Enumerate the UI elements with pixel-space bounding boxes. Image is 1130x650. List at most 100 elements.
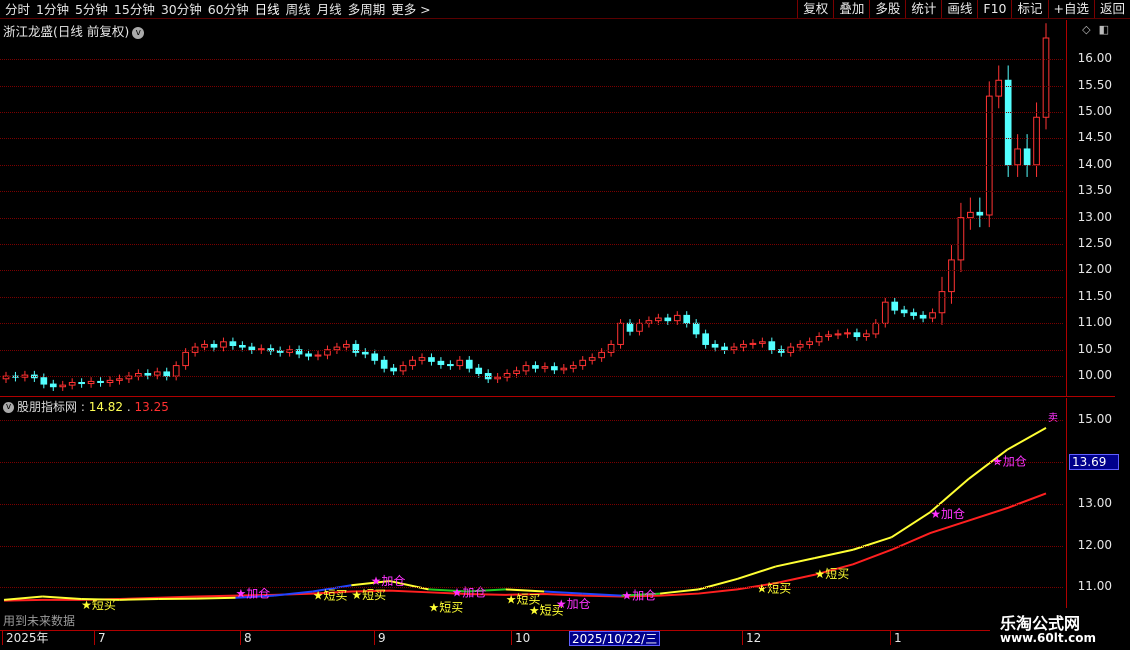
candle-up <box>220 341 227 348</box>
price-grid-line <box>0 270 1063 272</box>
candle-up <box>1042 37 1050 118</box>
toolbar-button-7[interactable]: +自选 <box>1047 0 1094 18</box>
period-tab-0[interactable]: 分时 <box>2 1 33 18</box>
indicator-tick-label: 12.00 <box>1077 537 1112 552</box>
cursor-value-label: 13.69 <box>1069 454 1119 470</box>
period-tab-4[interactable]: 30分钟 <box>158 1 205 18</box>
toolbar-button-3[interactable]: 统计 <box>905 0 941 18</box>
period-tab-10[interactable]: 更多 > <box>388 1 433 18</box>
candle-down <box>532 365 539 369</box>
period-tab-6[interactable]: 日线 <box>252 1 283 18</box>
candle-down <box>1023 148 1031 166</box>
candle-down <box>626 322 634 332</box>
candle-down <box>239 345 246 348</box>
candle-down <box>711 343 719 348</box>
signal-add-position: ★加仓 <box>556 597 591 611</box>
candle-down <box>475 367 483 375</box>
indicator-grid-line <box>0 545 1063 547</box>
side-strip <box>1116 20 1130 397</box>
candle-down <box>465 359 473 369</box>
candle-up <box>314 354 322 357</box>
price-grid-line <box>0 191 1063 193</box>
indicator-tick-label: 13.00 <box>1077 495 1112 510</box>
price-grid-line <box>0 59 1063 61</box>
period-tab-2[interactable]: 5分钟 <box>72 1 111 18</box>
price-grid-line <box>0 164 1063 166</box>
indicator-line-yellow-segment <box>852 536 892 551</box>
indicator-tick-label: 11.00 <box>1077 579 1112 594</box>
toolbar-button-6[interactable]: 标记 <box>1011 0 1047 18</box>
candle-up <box>1033 116 1040 166</box>
candle-up <box>759 341 766 344</box>
candle-down <box>352 343 360 353</box>
candle-up <box>617 322 624 345</box>
signal-short-buy: ★短买 <box>313 588 348 602</box>
period-tab-1[interactable]: 1分钟 <box>33 1 72 18</box>
toolbar-button-2[interactable]: 多股 <box>869 0 905 18</box>
candle-down <box>361 351 369 355</box>
candle-up <box>560 367 568 371</box>
toolbar-button-1[interactable]: 叠加 <box>833 0 869 18</box>
candle-up <box>796 343 804 348</box>
candle-up <box>588 357 596 361</box>
period-tab-3[interactable]: 15分钟 <box>111 1 158 18</box>
candle-down <box>900 309 908 314</box>
price-grid-line <box>0 376 1063 378</box>
candle-up <box>409 359 416 367</box>
signal-add-position: ★加仓 <box>236 587 271 601</box>
toolbar-button-5[interactable]: F10 <box>977 0 1011 18</box>
candle-up <box>673 314 681 322</box>
candle-up <box>182 351 189 367</box>
candle-down <box>229 341 237 347</box>
indicator-tick-label: 15.00 <box>1077 412 1112 427</box>
candle-up <box>418 357 426 361</box>
candle-up <box>863 333 870 338</box>
toolbar-button-4[interactable]: 画线 <box>941 0 977 18</box>
candle-up <box>172 365 180 377</box>
date-tick-label: 1 <box>890 631 902 645</box>
candle-up <box>598 351 605 359</box>
toolbar-button-8[interactable]: 返回 <box>1093 0 1130 18</box>
watermark-url: www.60lt.com <box>1000 631 1097 645</box>
price-chart-panel[interactable]: 浙江龙盛(日线 前复权) v ◇ ◧ 16.00 15.50 15.00 14.50 14… <box>0 20 1115 397</box>
candle-down <box>976 211 984 216</box>
date-tick-label: 2025年 <box>2 631 49 645</box>
date-cursor-label: 2025/10/22/三 <box>569 631 661 646</box>
candle-up <box>636 322 643 332</box>
candle-down <box>1004 79 1012 166</box>
indicator-panel[interactable]: v 股朋指标网 : 14.82 . 13.25 ★短买 ★加仓 ★短买 ★短买 ★加仓 ★短… <box>0 398 1119 630</box>
candle-up <box>106 379 114 383</box>
candle-up <box>957 217 965 261</box>
candle-down <box>40 377 48 385</box>
candle-up <box>513 370 520 375</box>
diamond-icon[interactable]: ◇ <box>1082 23 1090 36</box>
price-chart-icons: ◇ ◧ <box>1082 23 1109 36</box>
watermark: 乐淘公式网 www.60lt.com <box>990 608 1130 650</box>
period-tab-7[interactable]: 周线 <box>283 1 314 18</box>
window-toggle-icon[interactable]: ◧ <box>1099 23 1109 36</box>
date-tick-label: 9 <box>374 631 386 645</box>
price-tick-label: 11.50 <box>1077 288 1112 303</box>
signal-add-position: ★加仓 <box>371 574 406 588</box>
candle-down <box>768 341 776 351</box>
candle-down <box>664 317 672 322</box>
candle-down <box>276 350 284 353</box>
price-tick-label: 12.50 <box>1077 236 1112 251</box>
signal-short-buy: ★短买 <box>429 600 464 614</box>
indicator-grid-line <box>0 587 1063 589</box>
toolbar-button-0[interactable]: 复权 <box>797 0 833 18</box>
signal-add-position: ★加仓 <box>621 589 656 603</box>
candle-up <box>929 312 936 319</box>
period-tab-8[interactable]: 月线 <box>314 1 345 18</box>
price-grid-line <box>0 296 1063 298</box>
candle-up <box>872 322 880 335</box>
price-tick-label: 14.00 <box>1077 156 1112 171</box>
date-tick-label: 10 <box>511 631 530 645</box>
candle-up <box>995 79 1003 97</box>
period-tab-5[interactable]: 60分钟 <box>205 1 252 18</box>
candle-up <box>815 336 823 343</box>
candlestick-chart <box>2 23 1050 391</box>
candle-down <box>692 322 700 335</box>
period-tab-9[interactable]: 多周期 <box>345 1 389 18</box>
indicator-line-yellow-segment <box>119 597 159 601</box>
